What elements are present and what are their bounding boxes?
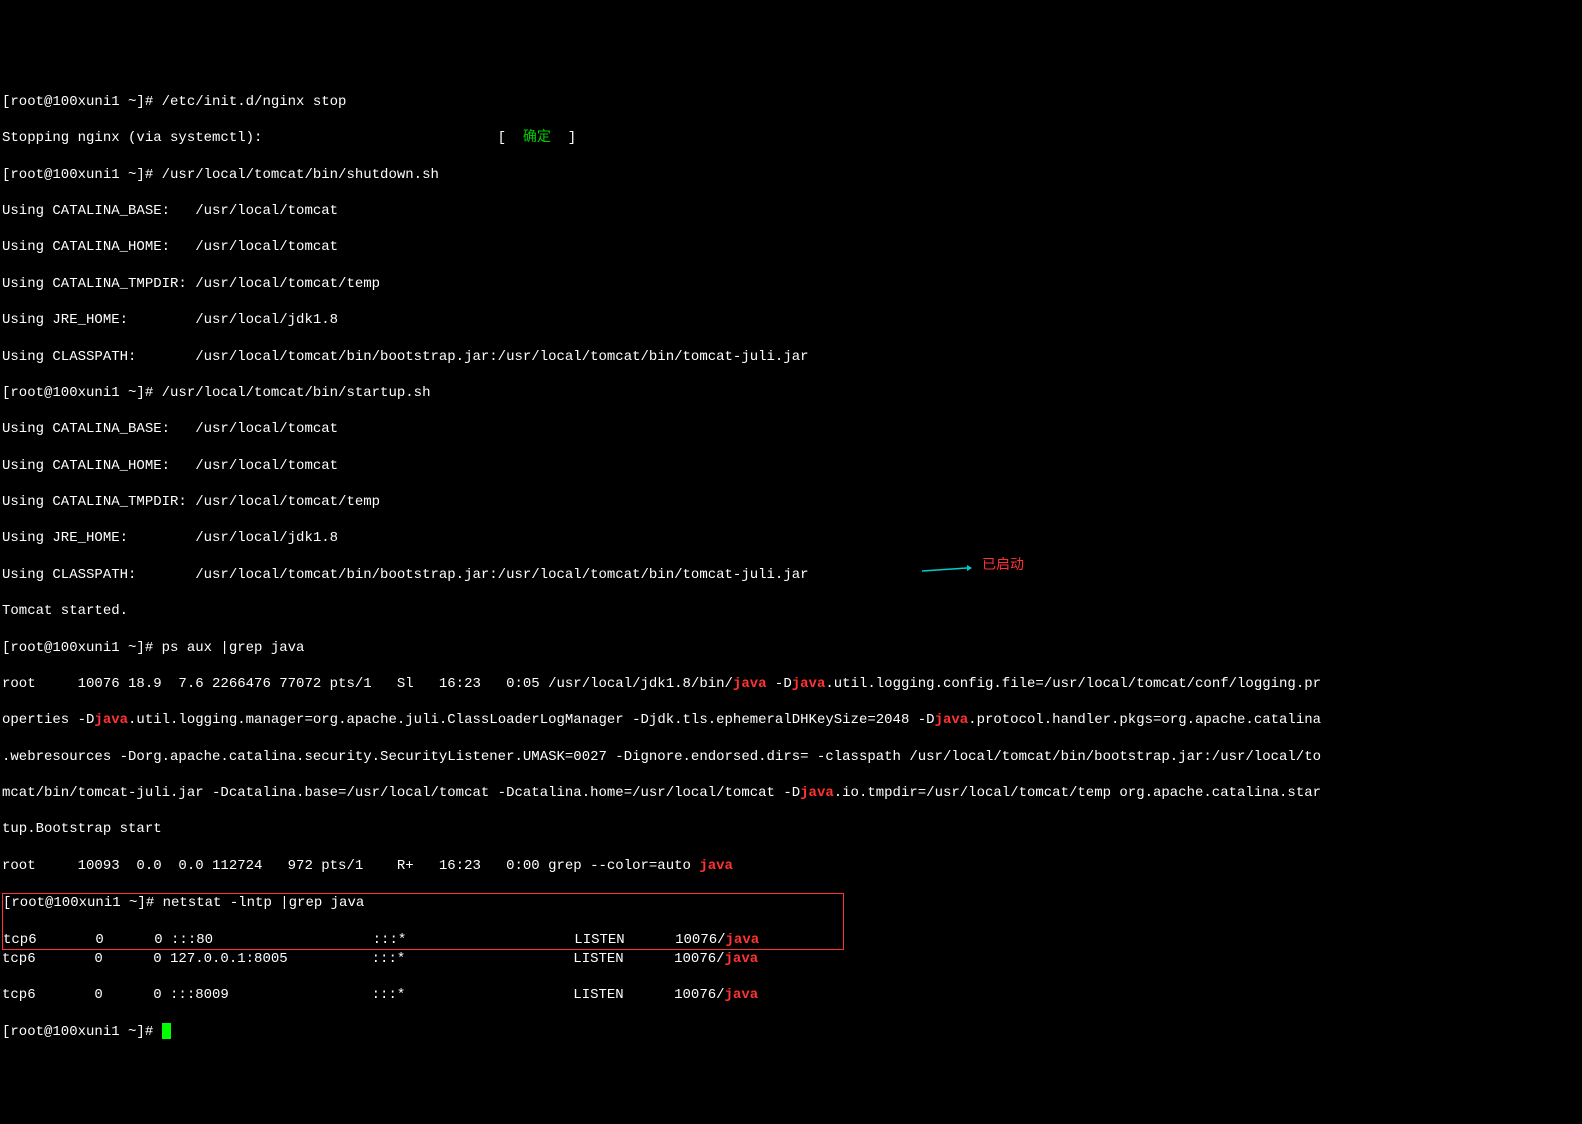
status-ok: 确定 <box>523 130 551 146</box>
terminal-output[interactable]: [root@100xuni1 ~]# /etc/init.d/nginx sto… <box>2 75 1580 1096</box>
match-highlight: java <box>726 932 760 948</box>
ps-output-line: root 10093 0.0 0.0 112724 972 pts/1 R+ 1… <box>2 857 1580 875</box>
match-highlight: java <box>733 676 767 692</box>
match-highlight: java <box>699 858 733 874</box>
text-segment: Stopping nginx (via systemctl): [ <box>2 130 523 146</box>
text-segment: -D <box>767 676 792 692</box>
output-line: Using CATALINA_BASE: /usr/local/tomcat <box>2 420 1580 438</box>
output-line: Using JRE_HOME: /usr/local/jdk1.8 <box>2 529 1580 547</box>
highlight-box: [root@100xuni1 ~]# netstat -lntp |grep j… <box>2 893 844 950</box>
cursor-icon <box>162 1023 171 1039</box>
text-segment: .io.tmpdir=/usr/local/tomcat/temp org.ap… <box>834 785 1321 801</box>
cmd-line: [root@100xuni1 ~]# /etc/init.d/nginx sto… <box>2 93 1580 111</box>
match-highlight: java <box>800 785 834 801</box>
text-segment: tcp6 0 0 127.0.0.1:8005 :::* LISTEN 1007… <box>2 951 725 967</box>
output-line: Using CATALINA_HOME: /usr/local/tomcat <box>2 238 1580 256</box>
netstat-line: tcp6 0 0 127.0.0.1:8005 :::* LISTEN 1007… <box>2 950 1580 968</box>
annotation-label: 已启动 <box>982 557 1024 575</box>
output-line: Using CATALINA_HOME: /usr/local/tomcat <box>2 457 1580 475</box>
text-segment: root 10076 18.9 7.6 2266476 77072 pts/1 … <box>2 676 733 692</box>
ps-output-line: root 10076 18.9 7.6 2266476 77072 pts/1 … <box>2 675 1580 693</box>
netstat-line: tcp6 0 0 :::80 :::* LISTEN 10076/java <box>3 931 843 949</box>
text-segment: tcp6 0 0 :::8009 :::* LISTEN 10076/ <box>2 987 725 1003</box>
output-line: Using CLASSPATH: /usr/local/tomcat/bin/b… <box>2 566 1580 584</box>
output-line: Tomcat started. <box>2 602 1580 620</box>
output-line: Stopping nginx (via systemctl): [ 确定 ] <box>2 129 1580 147</box>
ps-output-line: tup.Bootstrap start <box>2 820 1580 838</box>
ps-output-line: .webresources -Dorg.apache.catalina.secu… <box>2 748 1580 766</box>
match-highlight: java <box>935 712 969 728</box>
ps-output-line: operties -Djava.util.logging.manager=org… <box>2 711 1580 729</box>
cmd-line: [root@100xuni1 ~]# ps aux |grep java <box>2 639 1580 657</box>
text-segment <box>759 932 843 948</box>
output-line: Using CATALINA_BASE: /usr/local/tomcat <box>2 202 1580 220</box>
text-segment: tcp6 0 0 :::80 :::* LISTEN 10076/ <box>3 932 726 948</box>
match-highlight: java <box>94 712 128 728</box>
match-highlight: java <box>725 951 759 967</box>
text-segment: ] <box>551 130 576 146</box>
text-segment: .protocol.handler.pkgs=org.apache.catali… <box>968 712 1321 728</box>
text-segment: operties -D <box>2 712 94 728</box>
match-highlight: java <box>792 676 826 692</box>
cmd-line: [root@100xuni1 ~]# netstat -lntp |grep j… <box>3 894 843 912</box>
text-segment: mcat/bin/tomcat-juli.jar -Dcatalina.base… <box>2 785 800 801</box>
text-segment <box>758 951 842 967</box>
ps-output-line: mcat/bin/tomcat-juli.jar -Dcatalina.base… <box>2 784 1580 802</box>
cmd-line: [root@100xuni1 ~]# /usr/local/tomcat/bin… <box>2 166 1580 184</box>
netstat-line: tcp6 0 0 :::8009 :::* LISTEN 10076/java <box>2 986 1580 1004</box>
text-segment: .util.logging.config.file=/usr/local/tom… <box>825 676 1321 692</box>
output-line: Using CLASSPATH: /usr/local/tomcat/bin/b… <box>2 348 1580 366</box>
output-line: Using JRE_HOME: /usr/local/jdk1.8 <box>2 311 1580 329</box>
output-line: Using CATALINA_TMPDIR: /usr/local/tomcat… <box>2 275 1580 293</box>
prompt-line: [root@100xuni1 ~]# <box>2 1023 1580 1041</box>
text-segment: .util.logging.manager=org.apache.juli.Cl… <box>128 712 935 728</box>
match-highlight: java <box>725 987 759 1003</box>
arrow-icon <box>922 565 972 583</box>
text-segment <box>758 987 842 1003</box>
text-segment: root 10093 0.0 0.0 112724 972 pts/1 R+ 1… <box>2 858 699 874</box>
output-line: Using CATALINA_TMPDIR: /usr/local/tomcat… <box>2 493 1580 511</box>
cmd-line: [root@100xuni1 ~]# /usr/local/tomcat/bin… <box>2 384 1580 402</box>
prompt-text: [root@100xuni1 ~]# <box>2 1024 162 1040</box>
